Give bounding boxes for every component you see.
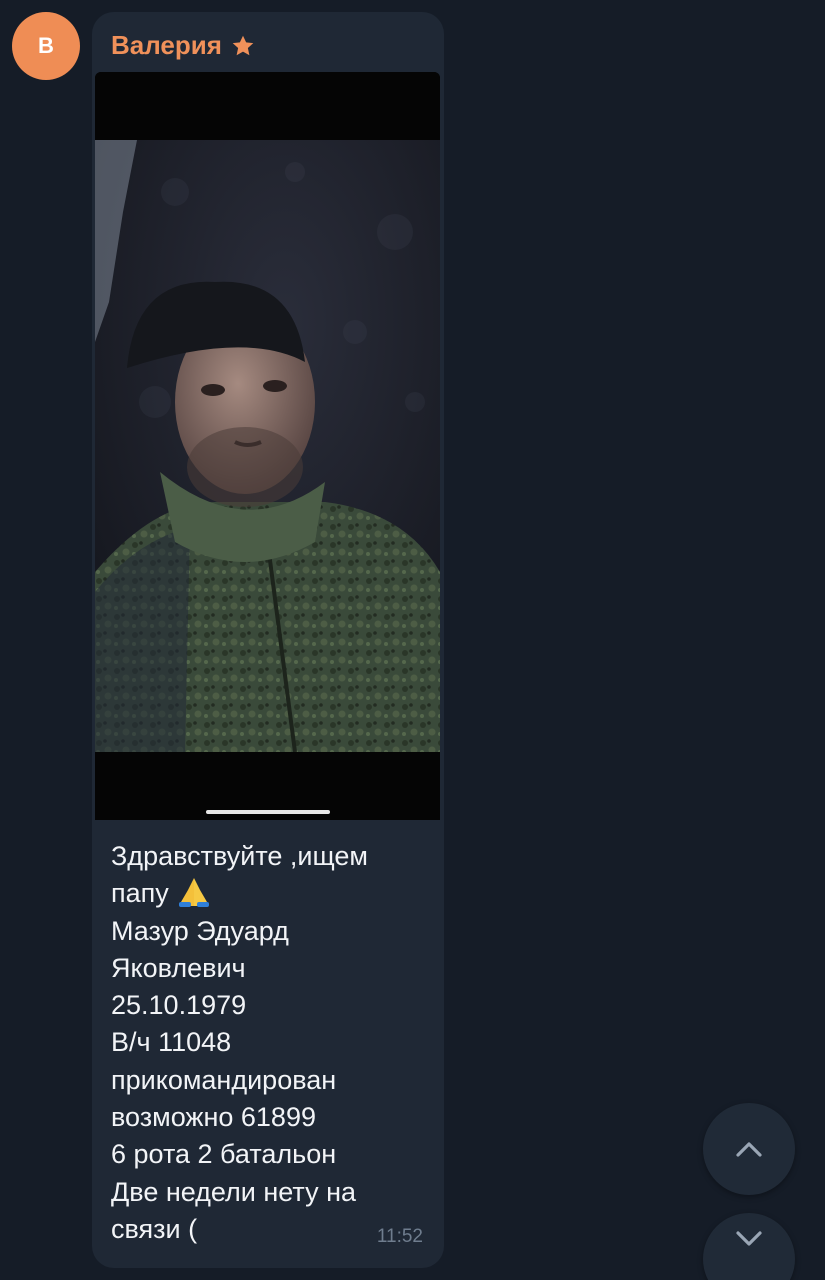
scroll-up-button[interactable] xyxy=(703,1103,795,1195)
message-line: Мазур Эдуард xyxy=(111,915,289,946)
sender-name-row[interactable]: Валерия xyxy=(111,30,256,61)
photo-attachment[interactable] xyxy=(95,72,440,820)
message-line-text: папу xyxy=(111,878,169,909)
star-icon xyxy=(232,35,254,55)
chevron-down-icon xyxy=(736,1231,762,1246)
chat-view: В Валерия Здравствуйте ,ищем папу Мазур … xyxy=(0,0,825,1280)
message-line: 6 рота 2 батальон xyxy=(111,1139,337,1170)
message-line: В/ч 11048 xyxy=(111,1027,232,1058)
message-bubble[interactable]: Валерия Здравствуйте ,ищем папу Мазур Эд… xyxy=(92,12,444,1268)
message-line: возможно 61899 xyxy=(111,1102,316,1133)
scroll-down-button[interactable] xyxy=(703,1213,795,1280)
message-line: Здравствуйте ,ищем xyxy=(111,841,368,871)
message-time: 11:52 xyxy=(376,1226,423,1247)
folded-hands-icon xyxy=(178,878,209,908)
message-text: Здравствуйте ,ищем папу Мазур Эдуард Яко… xyxy=(111,838,431,1248)
message-line: 25.10.1979 xyxy=(111,990,247,1021)
chevron-up-icon xyxy=(736,1142,762,1157)
message-line: Яковлевич xyxy=(111,952,246,983)
sender-name: Валерия xyxy=(111,30,222,60)
message-line: прикомандирован xyxy=(111,1064,337,1095)
avatar[interactable]: В xyxy=(12,12,80,80)
message-line: папу xyxy=(111,875,431,912)
avatar-letter: В xyxy=(38,33,54,58)
message-line: Две недели нету на xyxy=(111,1176,357,1207)
photo-image xyxy=(95,72,440,820)
